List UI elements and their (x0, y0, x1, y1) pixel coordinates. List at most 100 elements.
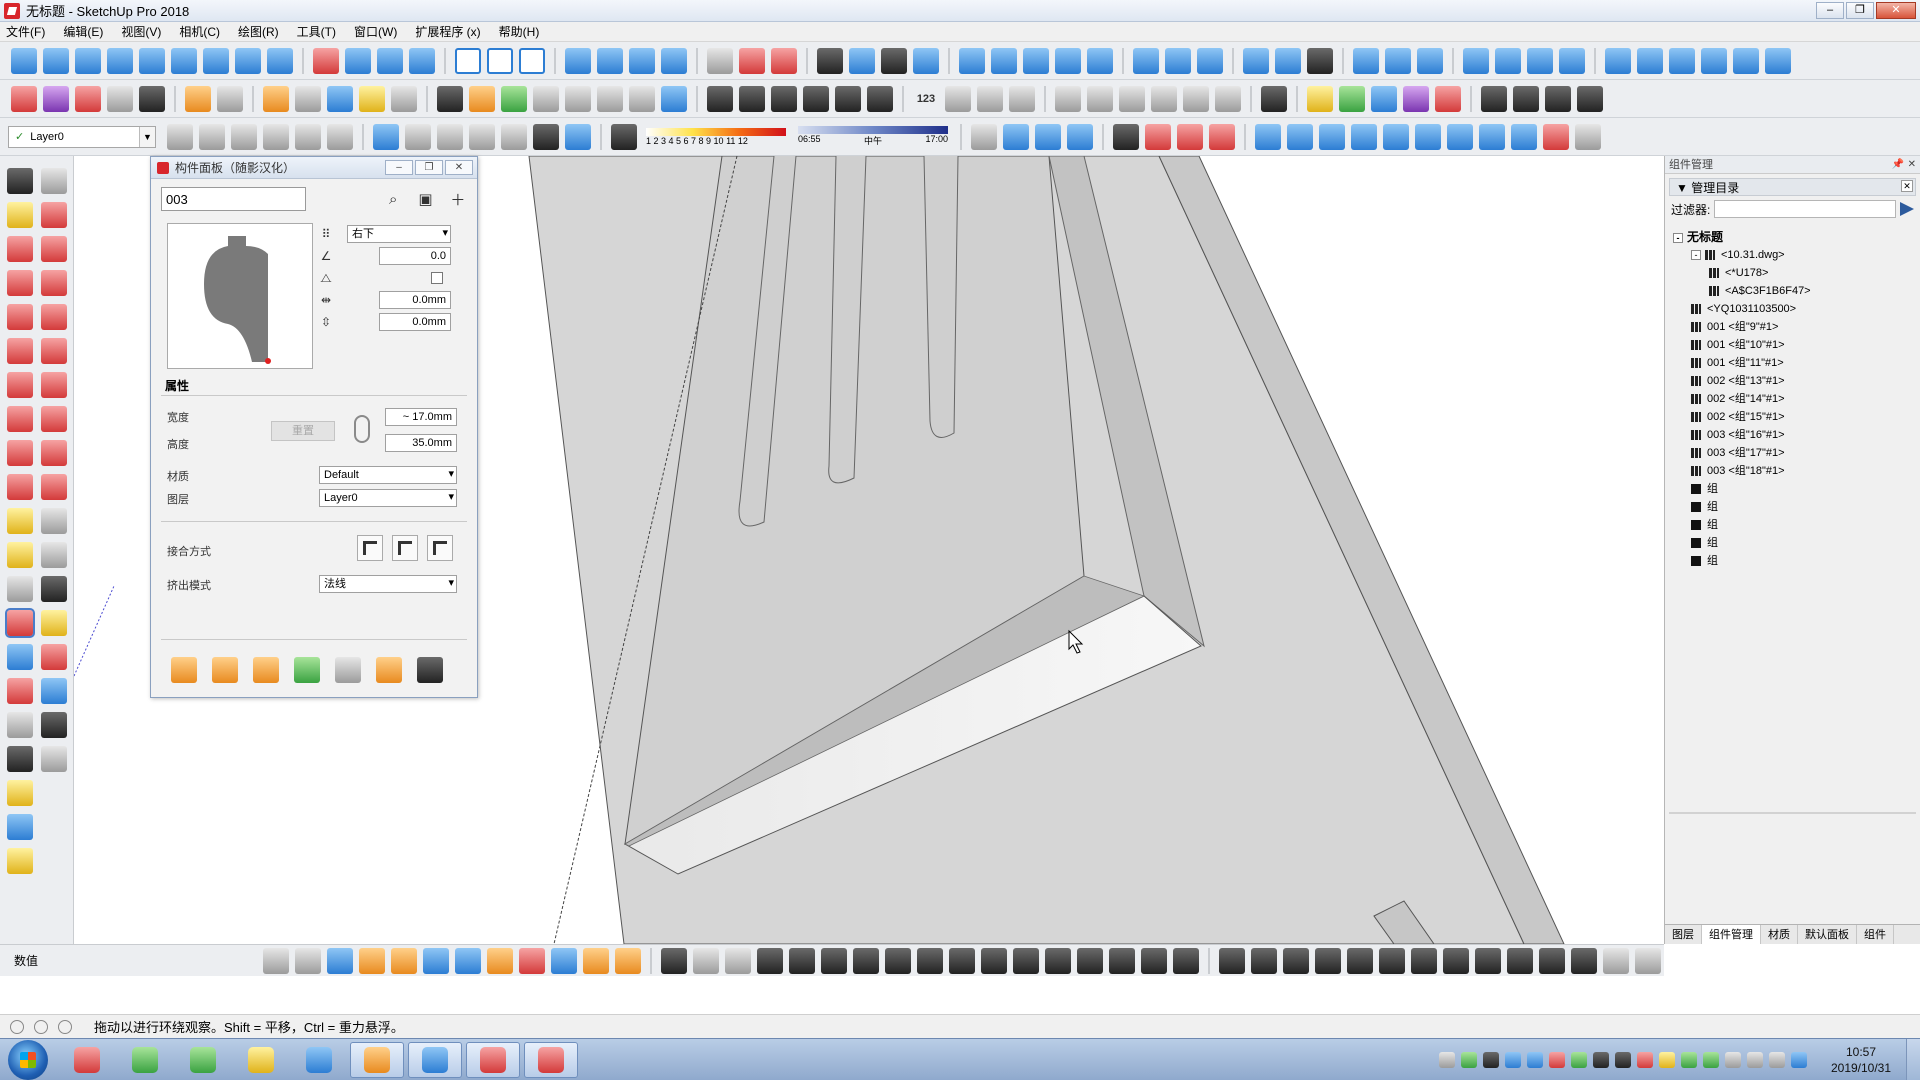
view-toolbar-icon[interactable] (11, 47, 37, 74)
line-draw-icon[interactable] (263, 947, 289, 974)
half-box-icon[interactable] (199, 123, 225, 150)
tree-node[interactable]: 组 (1673, 480, 1920, 498)
tool-t-icon[interactable] (1013, 947, 1039, 974)
stamp-icon[interactable] (376, 657, 402, 683)
speaker-icon[interactable] (565, 85, 591, 112)
table-grid-icon[interactable] (1481, 85, 1507, 112)
screenshot-icon[interactable] (1669, 47, 1695, 74)
style-icon[interactable] (945, 85, 971, 112)
walk-icon[interactable] (7, 746, 33, 772)
tab-components[interactable]: 组件 (1857, 925, 1894, 944)
mirror-checkbox[interactable] (431, 272, 443, 284)
orbit-icon[interactable] (5, 608, 35, 638)
line-tool-icon[interactable] (7, 236, 33, 262)
tool-j-icon[interactable] (661, 947, 687, 974)
solid-icon[interactable] (867, 85, 893, 112)
shaded-textures-icon[interactable] (533, 123, 559, 150)
tool-d-icon[interactable] (455, 947, 481, 974)
divider-tool-icon[interactable] (409, 47, 435, 74)
tool-m-icon[interactable] (789, 947, 815, 974)
sandbox-icon[interactable] (7, 780, 33, 806)
move-icon[interactable] (7, 406, 33, 432)
split-icon[interactable] (835, 85, 861, 112)
width-field[interactable]: ~ 17.0mm (385, 408, 457, 426)
shelf-tool-icon[interactable] (377, 47, 403, 74)
tray-app-6-icon[interactable] (1571, 1052, 1587, 1068)
globe-icon[interactable] (1637, 47, 1663, 74)
beam-tool-icon[interactable] (1055, 47, 1081, 74)
package-icon[interactable] (469, 85, 495, 112)
ruler-icon[interactable] (913, 47, 939, 74)
cut-icon[interactable] (1463, 47, 1489, 74)
lathe-icon[interactable] (253, 657, 279, 683)
layout-a-icon[interactable] (1055, 85, 1081, 112)
taskbar-app-3[interactable] (176, 1042, 230, 1078)
scene-icon[interactable] (849, 47, 875, 74)
handle-tool-icon[interactable] (661, 47, 687, 74)
panel-close-icon[interactable]: ✕ (1908, 156, 1916, 174)
tool-y-icon[interactable] (1173, 947, 1199, 974)
broom-icon[interactable] (1571, 947, 1597, 974)
tree-icon[interactable] (501, 85, 527, 112)
text-tool-icon[interactable] (41, 542, 67, 568)
pie-icon[interactable] (41, 372, 67, 398)
pin-icon[interactable]: 📌 (1892, 156, 1904, 174)
material-dropdown[interactable]: Default (319, 466, 457, 484)
pipe-tool-icon[interactable] (1255, 123, 1281, 150)
directory-section[interactable]: ▼ 管理目录 ✕ (1669, 178, 1916, 196)
taskbar-app-8[interactable] (466, 1041, 520, 1078)
panel-restore-button[interactable]: ❐ (415, 160, 443, 175)
menu-camera[interactable]: 相机(C) (179, 23, 220, 40)
taskbar-app-5[interactable] (292, 1042, 346, 1078)
curve-tool-icon[interactable] (1283, 947, 1309, 974)
union-icon[interactable] (707, 85, 733, 112)
tree-node[interactable]: 组 (1673, 516, 1920, 534)
box-view-icon[interactable] (1385, 47, 1411, 74)
panel-tool-icon[interactable] (345, 47, 371, 74)
stair-draw-icon[interactable] (295, 947, 321, 974)
tray-app-1-icon[interactable] (1461, 1052, 1477, 1068)
flat-pipe-icon[interactable] (1287, 123, 1313, 150)
ruby-icon[interactable] (1435, 85, 1461, 112)
door-tool-icon[interactable] (565, 47, 591, 74)
tool-s-icon[interactable] (981, 947, 1007, 974)
outliner-icon[interactable] (43, 85, 69, 112)
page-icon[interactable] (1009, 85, 1035, 112)
component-icon[interactable] (263, 85, 289, 112)
tree-node[interactable]: - <10.31.dwg> (1673, 246, 1920, 264)
tool-p-icon[interactable] (885, 947, 911, 974)
colonnade-icon[interactable] (1411, 947, 1437, 974)
trim-end-icon[interactable] (212, 657, 238, 683)
system-clock[interactable]: 10:57 2019/10/31 (1816, 1044, 1906, 1076)
tree-collapse-icon[interactable]: - (1673, 232, 1683, 243)
upload-model-icon[interactable] (1339, 85, 1365, 112)
link-chain-icon[interactable] (354, 415, 370, 443)
tree-node[interactable]: 001 <组"9"#1> (1673, 318, 1920, 336)
position-camera-icon[interactable] (7, 712, 33, 738)
shaded-icon[interactable] (501, 123, 527, 150)
tool-a-icon[interactable] (359, 947, 385, 974)
panel-close-button[interactable]: ✕ (445, 160, 473, 175)
panel-minimize-button[interactable]: – (385, 160, 413, 175)
section-view-icon[interactable] (267, 47, 293, 74)
house-front-icon[interactable] (263, 123, 289, 150)
record-icon[interactable] (1635, 947, 1661, 974)
groove-3[interactable] (923, 156, 959, 438)
section-plane-tool-icon[interactable] (41, 746, 67, 772)
tool-q-icon[interactable] (917, 947, 943, 974)
geo-location-icon[interactable] (1261, 85, 1287, 112)
dots-icon[interactable] (1475, 947, 1501, 974)
menu-tools[interactable]: 工具(T) (297, 23, 336, 40)
trim-icon[interactable] (803, 85, 829, 112)
back-view-icon[interactable] (139, 47, 165, 74)
render-icon[interactable] (739, 47, 765, 74)
tree-node[interactable]: 001 <组"11"#1> (1673, 354, 1920, 372)
tree-node[interactable]: 002 <组"14"#1> (1673, 390, 1920, 408)
month-slider[interactable]: 1 2 3 4 5 6 7 8 9 10 11 12 (646, 127, 786, 146)
spiral-icon[interactable] (1315, 947, 1341, 974)
front-view-icon[interactable] (75, 47, 101, 74)
copy-icon[interactable] (1495, 47, 1521, 74)
filter-input[interactable] (1714, 200, 1896, 218)
menu-help[interactable]: 帮助(H) (499, 23, 540, 40)
brush-icon[interactable] (1347, 947, 1373, 974)
